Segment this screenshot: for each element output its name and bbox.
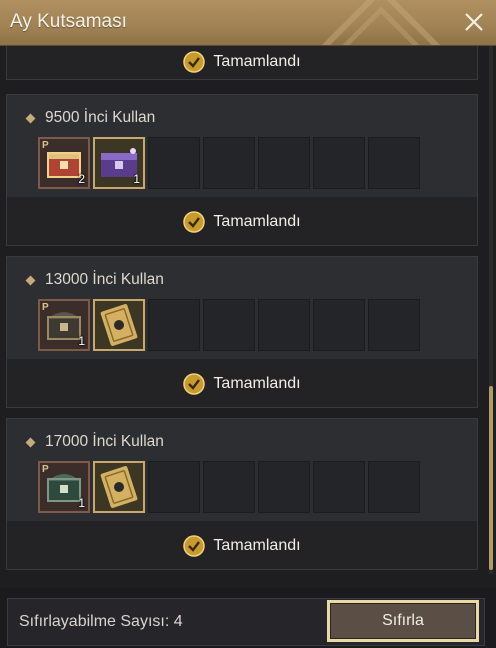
empty-slot xyxy=(368,137,420,189)
reward-quantity: 1 xyxy=(78,334,85,348)
reset-panel: Sıfırlayabilme Sayısı: 4 Sıfırla xyxy=(7,598,485,646)
reward-quantity: 1 xyxy=(133,172,140,186)
diamond-bullet-icon xyxy=(25,275,36,285)
reward-slot[interactable]: 1 xyxy=(93,137,145,189)
empty-slot xyxy=(313,461,365,513)
window-title: Ay Kutsaması xyxy=(10,11,127,32)
check-badge-icon xyxy=(183,51,206,73)
completed-status: Tamamlandı xyxy=(7,211,477,233)
scrollbar-thumb[interactable] xyxy=(489,386,493,570)
title-bar: Ay Kutsaması xyxy=(0,0,496,46)
empty-slot xyxy=(258,299,310,351)
empty-slot xyxy=(203,461,255,513)
mission-title: 9500 İnci Kullan xyxy=(25,109,155,127)
reward-quantity: 2 xyxy=(78,172,85,186)
reward-slot[interactable] xyxy=(93,461,145,513)
mission-title: 17000 İnci Kullan xyxy=(25,433,164,451)
mission-card: 17000 İnci Kullan P 1 Tamamlandı xyxy=(6,418,478,570)
gold-ticket-icon xyxy=(100,304,138,346)
empty-slot xyxy=(258,461,310,513)
mission-title: 13000 İnci Kullan xyxy=(25,271,164,289)
gold-ticket-icon xyxy=(100,466,138,508)
empty-slot xyxy=(203,137,255,189)
reward-slot[interactable] xyxy=(93,299,145,351)
title-decoration xyxy=(321,0,441,45)
empty-slot xyxy=(368,461,420,513)
empty-slot xyxy=(203,299,255,351)
reward-quantity: 1 xyxy=(78,496,85,510)
footer: Sıfırlayabilme Sayısı: 4 Sıfırla xyxy=(0,588,496,648)
reward-slot[interactable]: P 1 xyxy=(38,461,90,513)
completed-status: Tamamlandı xyxy=(7,373,477,395)
completed-status: Tamamlandı xyxy=(7,51,477,73)
reset-count-label: Sıfırlayabilme Sayısı: 4 xyxy=(19,613,183,630)
reward-slots: P 1 xyxy=(38,461,420,513)
mission-list[interactable]: Tamamlandı 9500 İnci Kullan P 2 1 Tamaml… xyxy=(0,46,496,588)
reward-slot[interactable]: P 2 xyxy=(38,137,90,189)
empty-slot xyxy=(258,137,310,189)
empty-slot xyxy=(313,299,365,351)
close-icon[interactable] xyxy=(462,10,486,34)
completed-status: Tamamlandı xyxy=(7,535,477,557)
empty-slot xyxy=(148,461,200,513)
check-badge-icon xyxy=(183,535,206,557)
check-badge-icon xyxy=(183,373,206,395)
empty-slot xyxy=(148,299,200,351)
empty-slot xyxy=(148,137,200,189)
reward-slots: P 1 xyxy=(38,299,420,351)
diamond-bullet-icon xyxy=(25,437,36,447)
mission-card: 9500 İnci Kullan P 2 1 Tamamlandı xyxy=(6,94,478,246)
reward-slot[interactable]: P 1 xyxy=(38,299,90,351)
empty-slot xyxy=(368,299,420,351)
reset-button[interactable]: Sıfırla xyxy=(327,600,479,642)
mission-card-partial: Tamamlandı xyxy=(6,46,478,80)
check-badge-icon xyxy=(183,211,206,233)
empty-slot xyxy=(313,137,365,189)
diamond-bullet-icon xyxy=(25,113,36,123)
reward-slots: P 2 1 xyxy=(38,137,420,189)
mission-card: 13000 İnci Kullan P 1 Tamamlandı xyxy=(6,256,478,408)
